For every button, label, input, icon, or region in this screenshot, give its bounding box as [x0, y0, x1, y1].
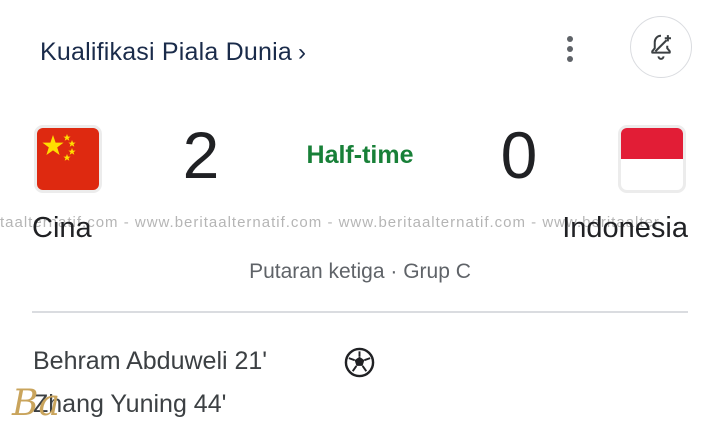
home-team-name[interactable]: Cina: [32, 212, 92, 245]
away-team-name[interactable]: Indonesia: [562, 212, 688, 245]
indonesia-flag: [621, 128, 683, 190]
china-flag: [37, 128, 99, 190]
bell-add-icon: [651, 34, 671, 60]
away-score: 0: [500, 118, 538, 192]
more-options-button[interactable]: [556, 32, 584, 66]
competition-title-link[interactable]: Kualifikasi Piala Dunia ›: [40, 38, 306, 67]
more-vert-icon: [567, 36, 573, 42]
home-score: 2: [182, 118, 220, 192]
divider: [32, 311, 688, 313]
competition-title: Kualifikasi Piala Dunia: [40, 38, 292, 66]
soccer-ball-icon: [344, 347, 375, 378]
goal-scorer: Behram Abduweli 21': [33, 347, 268, 375]
match-status: Half-time: [306, 141, 414, 169]
watermark-logo: Ba: [12, 383, 60, 424]
notification-button[interactable]: [630, 16, 692, 78]
chevron-right-icon: ›: [297, 38, 307, 66]
match-round: Putaran ketiga · Grup C: [249, 260, 471, 283]
